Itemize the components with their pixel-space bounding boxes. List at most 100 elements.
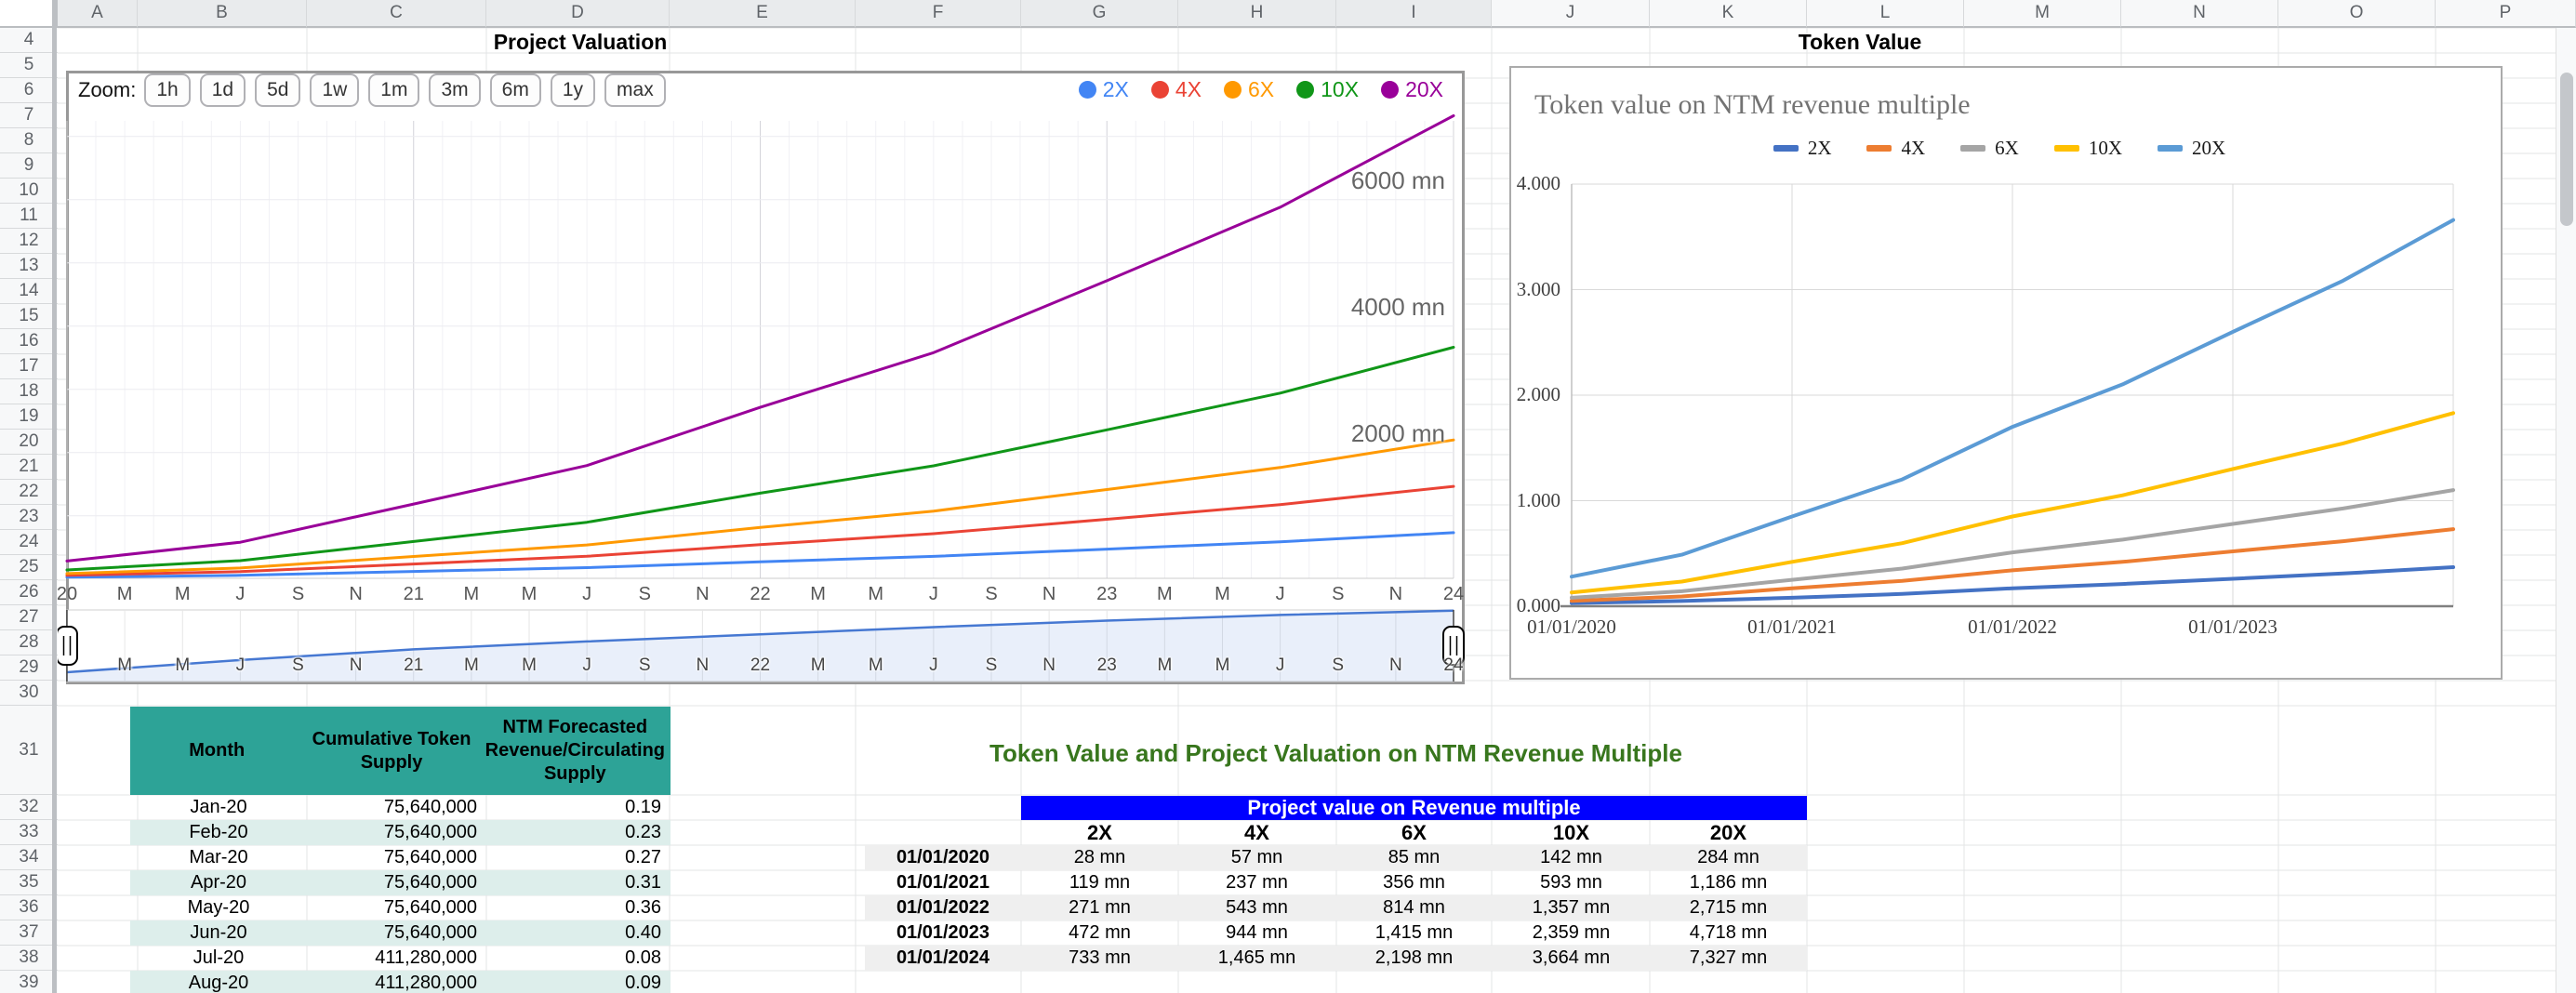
- row-header-27[interactable]: 27: [0, 605, 58, 630]
- row-header-8[interactable]: 8: [0, 128, 58, 153]
- row-header-28[interactable]: 28: [0, 630, 58, 655]
- table-cell[interactable]: 0.09: [486, 971, 671, 993]
- table-cell[interactable]: 57 mn: [1178, 845, 1335, 870]
- row-header-12[interactable]: 12: [0, 229, 58, 254]
- row-header-32[interactable]: 32: [0, 795, 58, 820]
- table-cell[interactable]: 75,640,000: [307, 845, 486, 870]
- table-cell[interactable]: 0.36: [486, 895, 671, 920]
- table-cell[interactable]: 411,280,000: [307, 971, 486, 993]
- legend-item-10x[interactable]: 10X: [1296, 77, 1359, 102]
- legend-item-2x[interactable]: 2X: [1078, 77, 1129, 102]
- table-cell[interactable]: 3,664 mn: [1493, 946, 1650, 971]
- column-header-O[interactable]: O: [2278, 0, 2436, 28]
- table-cell[interactable]: 271 mn: [1021, 895, 1178, 920]
- legend-item-4x[interactable]: 4X: [1866, 137, 1925, 160]
- table-cell[interactable]: 75,640,000: [307, 870, 486, 895]
- table-date-cell[interactable]: 01/01/2020: [865, 845, 1021, 870]
- table-header-cell[interactable]: 20X: [1650, 820, 1807, 845]
- row-header-36[interactable]: 36: [0, 895, 58, 920]
- row-header-17[interactable]: 17: [0, 354, 58, 379]
- table-cell[interactable]: May-20: [130, 895, 307, 920]
- row-header-33[interactable]: 33: [0, 820, 58, 845]
- table-cell[interactable]: 7,327 mn: [1650, 946, 1807, 971]
- table-cell[interactable]: 142 mn: [1493, 845, 1650, 870]
- table-date-cell[interactable]: 01/01/2022: [865, 895, 1021, 920]
- row-header-13[interactable]: 13: [0, 254, 58, 279]
- column-header-N[interactable]: N: [2121, 0, 2278, 28]
- row-header-29[interactable]: 29: [0, 655, 58, 681]
- row-header-9[interactable]: 9: [0, 153, 58, 179]
- row-header-25[interactable]: 25: [0, 555, 58, 580]
- table-header-cell[interactable]: NTM Forecasted Revenue/Circulating Suppl…: [480, 707, 671, 795]
- zoom-button-6m[interactable]: 6m: [489, 73, 541, 107]
- table-cell[interactable]: Aug-20: [130, 971, 307, 993]
- table-cell[interactable]: 593 mn: [1493, 870, 1650, 895]
- table-header-cell[interactable]: 10X: [1493, 820, 1650, 845]
- table-cell[interactable]: 543 mn: [1178, 895, 1335, 920]
- column-header-C[interactable]: C: [307, 0, 486, 28]
- legend-item-20x[interactable]: 20X: [1381, 77, 1443, 102]
- table-cell[interactable]: 356 mn: [1335, 870, 1493, 895]
- column-header-P[interactable]: P: [2436, 0, 2576, 28]
- table-cell[interactable]: 75,640,000: [307, 795, 486, 820]
- row-header-37[interactable]: 37: [0, 920, 58, 946]
- table-cell[interactable]: 1,415 mn: [1335, 920, 1493, 946]
- row-header-26[interactable]: 26: [0, 580, 58, 605]
- table-header-cell[interactable]: 6X: [1335, 820, 1493, 845]
- row-header-19[interactable]: 19: [0, 404, 58, 430]
- zoom-button-1w[interactable]: 1w: [310, 73, 360, 107]
- table-cell[interactable]: Jul-20: [130, 946, 307, 971]
- row-header-14[interactable]: 14: [0, 279, 58, 304]
- row-header-6[interactable]: 6: [0, 78, 58, 103]
- table-cell[interactable]: Apr-20: [130, 870, 307, 895]
- table-cell[interactable]: 0.40: [486, 920, 671, 946]
- table-cell[interactable]: 2,715 mn: [1650, 895, 1807, 920]
- table-cell[interactable]: 28 mn: [1021, 845, 1178, 870]
- zoom-button-1y[interactable]: 1y: [550, 73, 596, 107]
- zoom-button-1h[interactable]: 1h: [144, 73, 191, 107]
- table-cell[interactable]: 0.31: [486, 870, 671, 895]
- table-cell[interactable]: 284 mn: [1650, 845, 1807, 870]
- table-cell[interactable]: 0.27: [486, 845, 671, 870]
- row-header-24[interactable]: 24: [0, 530, 58, 555]
- table-cell[interactable]: 411,280,000: [307, 946, 486, 971]
- legend-item-10x[interactable]: 10X: [2053, 137, 2122, 160]
- row-header-22[interactable]: 22: [0, 480, 58, 505]
- table-header-cell[interactable]: 4X: [1178, 820, 1335, 845]
- column-header-K[interactable]: K: [1650, 0, 1807, 28]
- row-header-5[interactable]: 5: [0, 53, 58, 78]
- row-header-15[interactable]: 15: [0, 304, 58, 329]
- legend-item-4x[interactable]: 4X: [1150, 77, 1202, 102]
- scrollbar-thumb[interactable]: [2560, 73, 2573, 226]
- column-header-H[interactable]: H: [1178, 0, 1336, 28]
- table-cell[interactable]: 814 mn: [1335, 895, 1493, 920]
- row-header-34[interactable]: 34: [0, 845, 58, 870]
- zoom-button-1m[interactable]: 1m: [368, 73, 420, 107]
- table-date-cell[interactable]: 01/01/2023: [865, 920, 1021, 946]
- corner-cell[interactable]: [0, 0, 58, 28]
- column-header-L[interactable]: L: [1807, 0, 1964, 28]
- table-cell[interactable]: Mar-20: [130, 845, 307, 870]
- table-cell[interactable]: 75,640,000: [307, 820, 486, 845]
- navigator-right-handle[interactable]: [1443, 627, 1464, 665]
- row-header-23[interactable]: 23: [0, 505, 58, 530]
- row-header-11[interactable]: 11: [0, 204, 58, 229]
- table-cell[interactable]: 237 mn: [1178, 870, 1335, 895]
- legend-item-6x[interactable]: 6X: [1960, 137, 2019, 160]
- column-header-A[interactable]: A: [58, 0, 138, 28]
- column-header-F[interactable]: F: [856, 0, 1021, 28]
- zoom-button-5d[interactable]: 5d: [255, 73, 301, 107]
- table-cell[interactable]: 733 mn: [1021, 946, 1178, 971]
- zoom-button-max[interactable]: max: [604, 73, 666, 107]
- row-header-39[interactable]: 39: [0, 971, 58, 993]
- row-header-35[interactable]: 35: [0, 870, 58, 895]
- column-header-E[interactable]: E: [670, 0, 856, 28]
- column-header-J[interactable]: J: [1492, 0, 1650, 28]
- zoom-button-3m[interactable]: 3m: [429, 73, 481, 107]
- column-header-B[interactable]: B: [138, 0, 307, 28]
- table-cell[interactable]: Jan-20: [130, 795, 307, 820]
- column-header-I[interactable]: I: [1336, 0, 1492, 28]
- table-cell[interactable]: Jun-20: [130, 920, 307, 946]
- legend-item-2x[interactable]: 2X: [1773, 137, 1831, 160]
- table-cell[interactable]: 0.19: [486, 795, 671, 820]
